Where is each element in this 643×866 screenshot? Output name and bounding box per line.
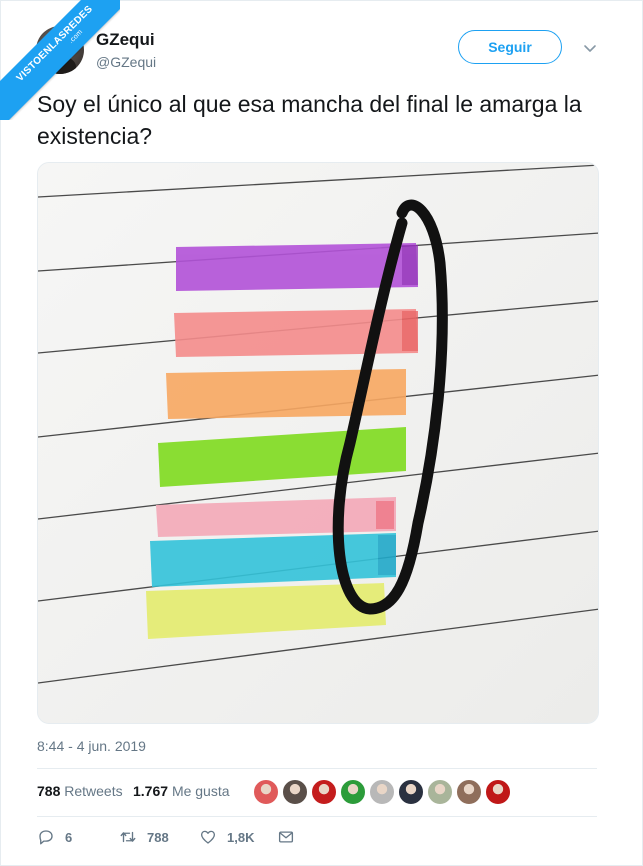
tweet-header: GZequi @GZequi Seguir bbox=[36, 26, 606, 78]
watermark: VISTOENLASREDES .com bbox=[0, 0, 120, 120]
watermark-ribbon: VISTOENLASREDES .com bbox=[0, 0, 120, 120]
retweets-stat[interactable]: 788 Retweets bbox=[37, 783, 123, 799]
highlighter-swatches-image bbox=[38, 163, 598, 723]
reply-icon bbox=[39, 830, 53, 845]
tweet-timestamp[interactable]: 8:44 - 4 jun. 2019 bbox=[37, 738, 146, 754]
liker-avatar[interactable] bbox=[485, 779, 511, 805]
reply-count: 6 bbox=[65, 829, 73, 845]
caret-down-icon[interactable] bbox=[582, 40, 598, 56]
retweet-icon bbox=[120, 831, 136, 843]
liker-avatar[interactable] bbox=[398, 779, 424, 805]
like-button[interactable]: 1,8K bbox=[199, 828, 254, 846]
liker-avatar[interactable] bbox=[427, 779, 453, 805]
liker-avatar[interactable] bbox=[340, 779, 366, 805]
follow-button[interactable]: Seguir bbox=[458, 30, 562, 64]
retweet-count: 788 bbox=[147, 829, 169, 845]
message-icon bbox=[278, 831, 294, 843]
like-count: 1,8K bbox=[227, 829, 255, 845]
retweets-label: Retweets bbox=[64, 783, 123, 799]
likes-label: Me gusta bbox=[171, 783, 230, 799]
divider-top bbox=[37, 768, 597, 769]
liker-avatar[interactable] bbox=[369, 779, 395, 805]
divider-bottom bbox=[37, 816, 597, 817]
heart-icon bbox=[200, 830, 216, 844]
liker-avatar[interactable] bbox=[456, 779, 482, 805]
tweet-actions: 6 788 1,8K bbox=[37, 828, 337, 852]
retweets-count: 788 bbox=[37, 783, 61, 799]
likes-stat[interactable]: 1.767 Me gusta bbox=[133, 783, 230, 799]
engagement-stats: 788 Retweets 1.767 Me gusta bbox=[37, 776, 597, 806]
message-button[interactable] bbox=[277, 828, 295, 846]
reply-button[interactable]: 6 bbox=[37, 828, 72, 846]
tweet-photo[interactable] bbox=[37, 162, 599, 724]
liker-avatar[interactable] bbox=[253, 779, 279, 805]
watermark-text: VISTOENLASREDES bbox=[14, 3, 96, 85]
liker-avatar[interactable] bbox=[282, 779, 308, 805]
retweet-button[interactable]: 788 bbox=[119, 828, 169, 846]
tweet-text: Soy el único al que esa mancha del final… bbox=[37, 91, 582, 149]
liker-avatar[interactable] bbox=[311, 779, 337, 805]
likes-count: 1.767 bbox=[133, 783, 169, 799]
